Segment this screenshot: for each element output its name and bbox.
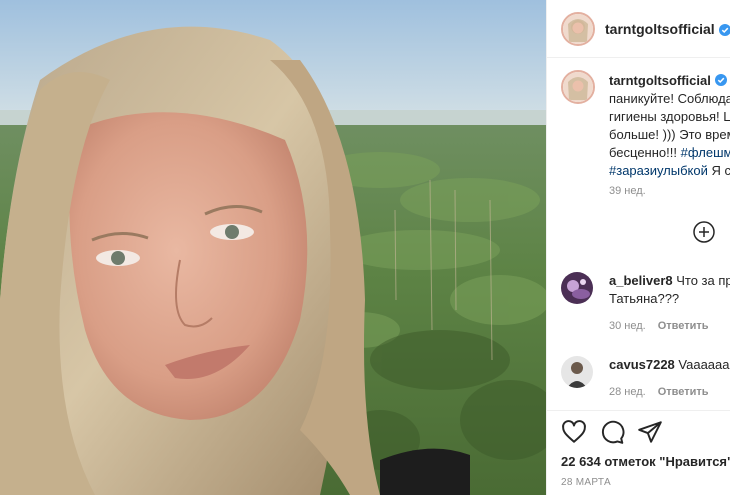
verified-badge-icon [714,73,727,86]
reply-button[interactable]: Ответить [658,320,709,332]
comment-text-line-2: Татьяна??? [609,291,680,306]
caption-line-2: паникуйте! Соблюда [609,91,730,106]
author-avatar[interactable] [561,11,595,46]
caption-author-avatar[interactable] [561,70,595,104]
comment-text: Что за пр [676,273,730,288]
post-header: tarntgoltsofficial • [547,0,730,58]
commenter-avatar[interactable] [561,356,593,388]
hashtag-link[interactable]: #заразиулыбкой [609,163,708,178]
commenter-avatar[interactable] [561,272,593,304]
heart-icon[interactable] [561,419,587,445]
load-more-comments-icon[interactable] [693,221,715,243]
comment-username[interactable]: a_beliver8 [609,273,673,288]
comment-timestamp[interactable]: 28 нед. [609,386,646,398]
author-username[interactable]: tarntgoltsofficial [605,21,715,37]
caption-line-5: бесценно!!! [609,145,681,160]
caption-line-4: больше! ))) Это врем [609,127,730,142]
likes-count[interactable]: 22 634 отметок "Нравится" [561,454,730,469]
actions-divider [547,410,730,411]
verified-badge-icon [718,23,730,36]
post-date[interactable]: 28 МАРТА [561,477,611,488]
comment-icon[interactable] [599,419,625,445]
reply-button[interactable]: Ответить [658,386,709,398]
caption-line-6: Я с [707,163,730,178]
caption-text: tarntgoltsofficial А паникуйте! Соблюда … [609,72,730,180]
caption-timestamp[interactable]: 39 нед. [609,185,646,197]
comment-text: Vaaaaaaa [678,357,730,372]
post-actions [561,419,663,445]
post-image [0,0,546,495]
share-icon[interactable] [637,419,663,445]
comment-username[interactable]: cavus7228 [609,357,675,372]
caption-line-3: гигиены здоровья! Ц [609,109,730,124]
comment-timestamp[interactable]: 30 нед. [609,320,646,332]
post-sidebar: tarntgoltsofficial • tarntgoltsofficial … [546,0,730,495]
hashtag-link[interactable]: #флешм [681,145,730,160]
caption-username[interactable]: tarntgoltsofficial [609,73,711,88]
post-photo[interactable] [0,0,546,495]
